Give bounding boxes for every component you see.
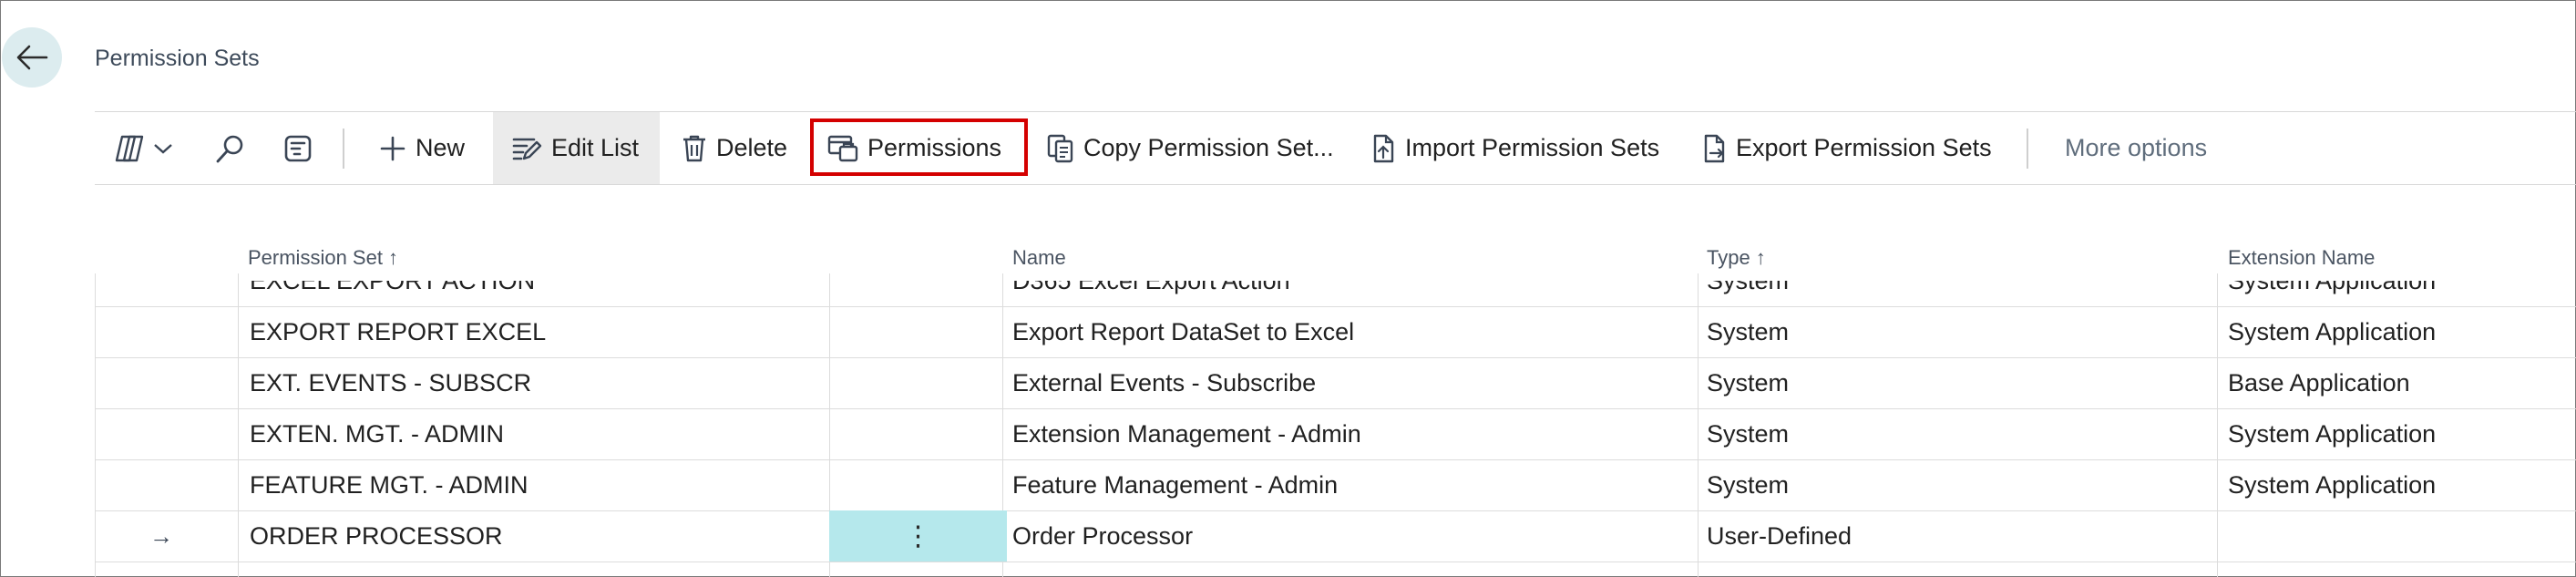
filter-pane-icon [284, 135, 312, 161]
cell-name: Feature Management - Admin [1012, 470, 1339, 499]
cell-permission-set: EXT. EVENTS - SUBSCR [250, 368, 532, 397]
cell-type: User-Defined [1707, 521, 1852, 550]
edit-list-button[interactable]: Edit List [493, 112, 660, 184]
cell-extension-name: System Application [2228, 470, 2437, 499]
permission-sets-list: EXCEL EXPORT ACTION D365 Excel Export Ac… [95, 281, 2576, 577]
cell-permission-set: EXCEL EXPORT ACTION [250, 281, 535, 306]
permissions-icon [827, 135, 858, 161]
table-row[interactable]: EXTEN. MGT. - ADMIN Extension Management… [95, 408, 2576, 460]
row-actions-menu-button[interactable]: ⋮ [829, 510, 1007, 562]
import-permission-sets-label: Import Permission Sets [1405, 134, 1660, 161]
table-row-selected[interactable]: → ORDER PROCESSOR ⋮ Order Processor User… [95, 510, 2576, 562]
cell-type: System [1707, 419, 1790, 448]
column-header-name-label: Name [1012, 246, 1066, 269]
permissions-label: Permissions [867, 134, 1002, 161]
more-options-button[interactable]: More options [2065, 112, 2207, 184]
import-permission-sets-button[interactable]: Import Permission Sets [1370, 112, 1701, 184]
delete-button[interactable]: Delete [660, 112, 818, 184]
column-header-permission-set[interactable]: Permission Set ↑ [248, 235, 398, 281]
copilot-button[interactable] [95, 112, 206, 184]
delete-label: Delete [716, 134, 788, 161]
edit-list-icon [512, 138, 542, 160]
filter-pane-button[interactable] [272, 112, 341, 184]
export-icon [1704, 134, 1725, 162]
more-vertical-icon: ⋮ [904, 520, 932, 551]
cell-permission-set: FEATURE MGT. - ADMIN [250, 470, 529, 499]
cell-extension-name: System Application [2228, 281, 2436, 306]
search-button[interactable] [206, 112, 272, 184]
cell-extension-name: Base Application [2228, 368, 2410, 397]
column-header-permission-set-label: Permission Set [248, 246, 383, 269]
cell-type: System [1707, 470, 1790, 499]
permissions-button[interactable]: Permissions [818, 112, 1041, 184]
cell-permission-set: EXTEN. MGT. - ADMIN [250, 419, 505, 448]
copilot-icon [115, 135, 144, 161]
chevron-down-icon [154, 143, 172, 154]
table-row[interactable]: EXPORT REPORT EXCEL Export Report DataSe… [95, 306, 2576, 358]
new-button[interactable]: New [379, 112, 493, 184]
cell-permission-set: ORDER PROCESSOR [250, 521, 503, 550]
sort-ascending-icon: ↑ [387, 246, 398, 269]
cell-name: D365 Excel Export Action [1012, 281, 1290, 306]
trash-icon [683, 135, 705, 161]
export-permission-sets-label: Export Permission Sets [1736, 134, 1992, 161]
copy-permission-set-label: Copy Permission Set... [1083, 134, 1334, 161]
column-header-extension-name[interactable]: Extension Name [2228, 235, 2375, 281]
back-button[interactable] [2, 27, 62, 88]
import-icon [1373, 134, 1394, 162]
search-icon [216, 135, 243, 162]
cell-extension-name: System Application [2228, 317, 2437, 345]
page-title: Permission Sets [95, 46, 260, 71]
cell-name: Export Report DataSet to Excel [1012, 317, 1355, 345]
column-header-extension-name-label: Extension Name [2228, 246, 2376, 269]
copy-permission-set-button[interactable]: Copy Permission Set... [1041, 112, 1370, 184]
cell-name: External Events - Subscribe [1012, 368, 1317, 397]
cell-name: Extension Management - Admin [1012, 419, 1361, 448]
table-row[interactable]: FEATURE MGT. - ADMIN Feature Management … [95, 459, 2576, 511]
column-header-type[interactable]: Type ↑ [1707, 235, 1766, 281]
cell-type: System [1707, 317, 1790, 345]
cell-extension-name: System Application [2228, 419, 2437, 448]
cell-type: System [1707, 281, 1789, 306]
toolbar-bottom-border [95, 184, 2576, 185]
sort-ascending-icon: ↑ [1755, 246, 1766, 269]
copy-icon [1047, 134, 1073, 162]
cell-permission-set: EXPORT REPORT EXCEL [250, 317, 547, 345]
current-row-indicator: → [149, 521, 173, 550]
cell-name: Order Processor [1012, 521, 1194, 550]
table-row[interactable]: EXT. EVENTS - SUBSCR External Events - S… [95, 357, 2576, 409]
cell-type: System [1707, 368, 1790, 397]
new-label: New [416, 134, 466, 161]
more-options-label: More options [2065, 134, 2208, 161]
table-row[interactable]: EXCEL EXPORT ACTION D365 Excel Export Ac… [95, 281, 2576, 307]
toolbar-separator [2027, 128, 2028, 169]
edit-list-label: Edit List [551, 134, 640, 161]
export-permission-sets-button[interactable]: Export Permission Sets [1701, 112, 2027, 184]
action-bar: New Edit List Delete Permissions Copy Pe… [95, 112, 2576, 184]
plus-icon [380, 136, 405, 160]
toolbar-separator [343, 128, 344, 169]
column-header-type-label: Type [1707, 246, 1750, 269]
back-arrow-icon [16, 45, 48, 70]
column-header-name[interactable]: Name [1012, 235, 1066, 281]
